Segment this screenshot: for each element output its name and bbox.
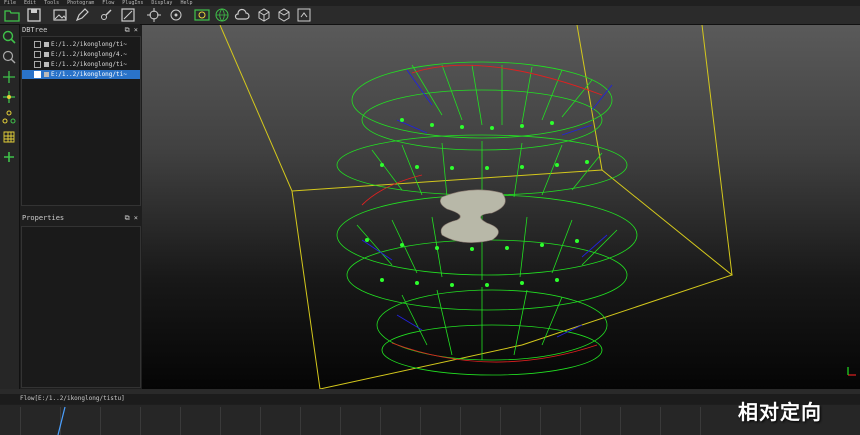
float-icon[interactable]: ⧉ (125, 214, 130, 222)
video-caption: 相对定向 (738, 400, 822, 424)
close-icon[interactable]: × (134, 214, 138, 222)
crop-icon[interactable] (120, 7, 136, 23)
save-icon[interactable] (26, 7, 42, 23)
timeline-cell[interactable] (300, 407, 339, 435)
timeline-cell[interactable] (220, 407, 259, 435)
flow-bar: Flow[E:/1..2/ikonglong/tistu] (0, 394, 860, 404)
crosshair-icon[interactable] (168, 7, 184, 23)
tree-item-selected[interactable]: E:/1..2/ikonglong/ti~ (22, 70, 140, 79)
pick-point-icon[interactable] (1, 69, 17, 85)
timeline-cell[interactable] (460, 407, 499, 435)
cloud-file-icon (44, 62, 49, 67)
dbtree-header: DBTree ⧉ × (20, 24, 140, 36)
axes-gizmo (847, 367, 856, 376)
tree-item[interactable]: E:/1..2/ikonglong/4.~ (22, 50, 140, 59)
properties-panel-buttons: ⧉ × (125, 212, 138, 224)
timeline-cell[interactable] (660, 407, 699, 435)
timeline-cell[interactable] (140, 407, 179, 435)
checkbox[interactable] (34, 41, 41, 48)
tree-item-label: E:/1..2/ikonglong/4.~ (51, 51, 127, 58)
search-icon[interactable] (1, 29, 17, 45)
timeline-cell[interactable] (500, 407, 539, 435)
main-toolbar (0, 6, 860, 25)
properties-header: Properties ⧉ × (20, 212, 140, 224)
float-icon[interactable]: ⧉ (125, 26, 130, 34)
close-icon[interactable]: × (134, 26, 138, 34)
cloud-file-icon (44, 42, 49, 47)
grid-icon[interactable] (1, 129, 17, 145)
tree-item-label: E:/1..2/ikonglong/ti~ (51, 61, 127, 68)
timeline-cell[interactable] (260, 407, 299, 435)
dbtree-panel-buttons: ⧉ × (125, 24, 138, 36)
add-icon[interactable] (1, 149, 17, 165)
cube-settings-icon[interactable] (296, 7, 312, 23)
pen-icon[interactable] (74, 7, 90, 23)
tree-item[interactable]: E:/1..2/ikonglong/ti~ (22, 40, 140, 49)
scene-render (219, 25, 856, 389)
left-toolbar (0, 25, 20, 395)
cube-add-icon[interactable] (256, 7, 272, 23)
flow-timeline[interactable] (0, 405, 860, 435)
camera-group-icon[interactable] (194, 7, 210, 23)
checkbox[interactable] (34, 61, 41, 68)
timeline-cell[interactable] (180, 407, 219, 435)
timeline-cell[interactable] (20, 407, 59, 435)
point-cloud (440, 189, 506, 243)
properties-panel (21, 226, 141, 388)
cube-edit-icon[interactable] (276, 7, 292, 23)
cloud-file-icon (44, 72, 49, 77)
image-icon[interactable] (52, 7, 68, 23)
folder-open-icon[interactable] (4, 7, 20, 23)
checkbox[interactable] (34, 51, 41, 58)
timeline-cell[interactable] (100, 407, 139, 435)
tree-item-label: E:/1..2/ikonglong/ti~ (51, 71, 127, 78)
target-icon[interactable] (146, 7, 162, 23)
properties-title: Properties (22, 214, 65, 222)
timeline-cell[interactable] (620, 407, 659, 435)
timeline-cell[interactable] (340, 407, 379, 435)
cloud-icon[interactable] (234, 7, 250, 23)
checkbox[interactable] (34, 71, 41, 78)
tree-item[interactable]: E:/1..2/ikonglong/ti~ (22, 60, 140, 69)
timeline-cell[interactable] (380, 407, 419, 435)
add-point-icon[interactable] (1, 89, 17, 105)
timeline-cell[interactable] (700, 407, 739, 435)
timeline-cell[interactable] (420, 407, 459, 435)
edit-icon[interactable] (98, 7, 114, 23)
camera-wireframes (336, 61, 638, 376)
tree-item-label: E:/1..2/ikonglong/ti~ (51, 41, 127, 48)
zoom-icon[interactable] (1, 49, 17, 65)
cloud-file-icon (44, 52, 49, 57)
3d-viewport[interactable] (142, 25, 860, 389)
dbtree-title: DBTree (22, 26, 48, 34)
timeline-cell[interactable] (540, 407, 579, 435)
timeline-cursor[interactable] (55, 405, 69, 435)
globe-icon[interactable] (214, 7, 230, 23)
flow-path: Flow[E:/1..2/ikonglong/tistu] (20, 395, 125, 402)
timeline-cell[interactable] (580, 407, 619, 435)
nodes-icon[interactable] (1, 109, 17, 125)
dbtree-panel: E:/1..2/ikonglong/ti~ E:/1..2/ikonglong/… (21, 36, 141, 206)
